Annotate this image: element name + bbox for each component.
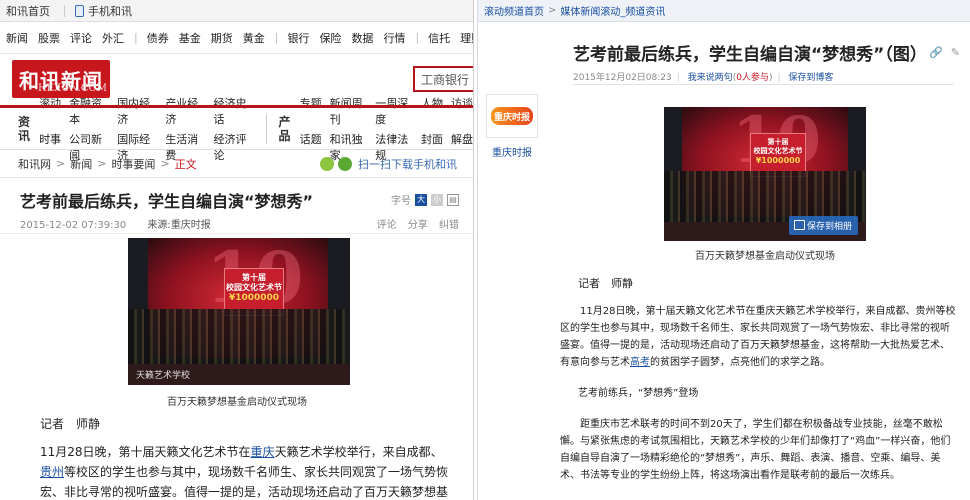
divider: | — [415, 31, 420, 44]
channel-link[interactable]: 行情 — [383, 30, 405, 46]
edit-icon[interactable]: ✎ — [951, 46, 960, 59]
download-app-link[interactable]: 扫一扫下载手机和讯 — [320, 156, 457, 172]
breadcrumb-item[interactable]: 新闻 — [70, 156, 92, 172]
channel-link[interactable]: 基金 — [179, 30, 201, 46]
print-icon[interactable]: ▤ — [447, 193, 459, 206]
photo-caption: 百万天籁梦想基金启动仪式现场 — [695, 251, 835, 262]
left-window: 和讯首页 手机和讯 新闻 股票 评论 外汇 | 债券 基金 期货 黄金 | 银行 保险 数据 行情 | 信托理… — [0, 0, 474, 500]
channel-link[interactable]: 黄金 — [243, 30, 265, 46]
photo-caption: 百万天籁梦想基金启动仪式现场 — [167, 397, 307, 408]
sub-nav: 资讯 滚动 金融资本 国内经济 产业经济 经济史话 时事 公司新闻 国际经济 生活消费 经济评论 … — [0, 97, 473, 162]
channel-link[interactable]: 理财 — [460, 30, 473, 46]
source-name[interactable]: 重庆时报 — [486, 144, 538, 159]
channel-link[interactable]: 债券 — [147, 30, 169, 46]
link-gaokao[interactable]: 高考 — [630, 357, 650, 368]
font-small-button[interactable]: 小 — [431, 193, 443, 206]
top-bar: 和讯首页 手机和讯 — [0, 0, 473, 22]
article-ops: 评论 分享 纠错 — [369, 216, 459, 231]
article-photo: 10 第十届 校园文化艺术节¥1000000 天籁艺术学校 — [128, 238, 350, 385]
right-window: 滚动频道首页 > 媒体新闻滚动_频道资讯 艺考前最后练兵，学生自编自演“梦想秀”（… — [477, 0, 970, 500]
chevron-right-icon: > — [97, 157, 107, 170]
comment-link[interactable]: 我来说两句 — [688, 73, 733, 83]
chevron-right-icon: > — [548, 5, 557, 16]
article-paragraph: 11月28日晚，第十届天籁文化艺术节在重庆天籁艺术学校举行，来自成都、贵州等校区… — [40, 445, 449, 499]
article-meta: 2015年12月02日08:23 | 我来说两句(0人参与) | 保存到博客 — [573, 73, 834, 83]
reporter-line: 记者 师静 — [578, 277, 633, 290]
logo-row: 和讯新闻 HEXUN.COM — [0, 54, 473, 108]
article-photo: 10 第十届 校园文化艺术节¥1000000 保存到相册 — [664, 107, 866, 241]
comment-link[interactable]: 评论 — [377, 220, 397, 231]
divider: | — [274, 31, 279, 44]
nav-group-label: 产品 — [278, 114, 291, 143]
breadcrumb-item[interactable]: 时事要闻 — [111, 156, 155, 172]
link-chongqing[interactable]: 重庆 — [251, 445, 275, 459]
channel-link[interactable]: 外汇 — [102, 30, 124, 46]
article-meta: 2015-12-02 07:39:30 来源:重庆时报 评论 分享 纠错 — [0, 216, 473, 234]
article-subheading: 艺考前练兵，“梦想秀”登场 — [578, 388, 699, 399]
channel-link[interactable]: 保险 — [319, 30, 341, 46]
mobile-hexun-link[interactable]: 手机和讯 — [88, 3, 132, 19]
breadcrumb-item[interactable]: 媒体新闻滚动_频道资讯 — [560, 3, 665, 18]
channel-link[interactable]: 新闻 — [6, 30, 28, 46]
hexun-home-link[interactable]: 和讯首页 — [6, 3, 50, 19]
channel-link[interactable]: 股票 — [38, 30, 60, 46]
save-to-blog-link[interactable]: 保存到博客 — [788, 73, 833, 83]
report-error-link[interactable]: 纠错 — [439, 220, 459, 231]
chongqing-times-logo: 重庆时报 — [491, 107, 533, 125]
article-paragraph: 11月28日晚，第十届天籁文化艺术节在重庆天籁艺术学校举行，来自成都、贵州等校区… — [560, 306, 956, 368]
breadcrumb-current: 正文 — [174, 157, 197, 171]
watermark: 天籁艺术学校 — [136, 371, 191, 381]
title-tools: 🔗 ✎ — [921, 46, 960, 59]
divider — [573, 84, 954, 85]
link-guizhou[interactable]: 贵州 — [40, 465, 64, 479]
divider: | — [134, 31, 138, 44]
article-title: 艺考前最后练兵，学生自编自演“梦想秀”（图） — [573, 45, 927, 65]
save-to-album-button[interactable]: 保存到相册 — [788, 216, 858, 235]
article-date: 2015-12-02 07:39:30 — [20, 220, 127, 231]
channel-nav: 新闻股票评论外汇|债券基金期货黄金|银行保险数据行情|信托理财收藏读书 — [0, 22, 473, 54]
chevron-right-icon: > — [56, 157, 66, 170]
link-icon[interactable]: 🔗 — [929, 46, 943, 59]
source-avatar[interactable]: 重庆时报 — [486, 94, 538, 138]
channel-link[interactable]: 评论 — [70, 30, 92, 46]
hexun-news-logo[interactable]: 和讯新闻 HEXUN.COM — [12, 60, 110, 98]
share-link[interactable]: 分享 — [408, 220, 428, 231]
article-title: 艺考前最后练兵，学生自编自演“梦想秀” 字号 大 小 ▤ — [0, 178, 473, 216]
breadcrumb: 和讯网 > 新闻 > 时事要闻 > 正文 扫一扫下载手机和讯 — [0, 150, 473, 178]
android-icon — [320, 157, 334, 171]
nav-group-label: 资讯 — [18, 114, 31, 143]
qr-icon — [338, 157, 352, 171]
divider — [64, 4, 65, 17]
phone-icon — [75, 4, 84, 17]
search-input[interactable] — [413, 66, 473, 92]
channel-link[interactable]: 期货 — [211, 30, 233, 46]
channel-link[interactable]: 数据 — [351, 30, 373, 46]
breadcrumb-item[interactable]: 滚动频道首页 — [484, 3, 544, 18]
article-source: 重庆时报 — [170, 220, 211, 231]
channel-link[interactable]: 银行 — [287, 30, 309, 46]
channel-link[interactable]: 信托 — [428, 30, 450, 46]
chevron-right-icon: > — [160, 157, 170, 170]
font-large-button[interactable]: 大 — [415, 193, 427, 206]
article-date: 2015年12月02日08:23 — [573, 73, 672, 83]
divider — [265, 113, 267, 144]
breadcrumb: 滚动频道首页 > 媒体新闻滚动_频道资讯 — [478, 0, 970, 22]
article-paragraph: 距重庆市艺术联考的时间不到20天了，学生们都在积极备战专业技能，丝毫不敢松懈。与… — [560, 419, 951, 481]
font-tools: 字号 大 小 ▤ — [391, 192, 459, 207]
comment-count: 0人参与 — [736, 73, 769, 83]
reporter-line: 记者 师静 — [40, 417, 101, 431]
breadcrumb-item[interactable]: 和讯网 — [18, 156, 51, 172]
